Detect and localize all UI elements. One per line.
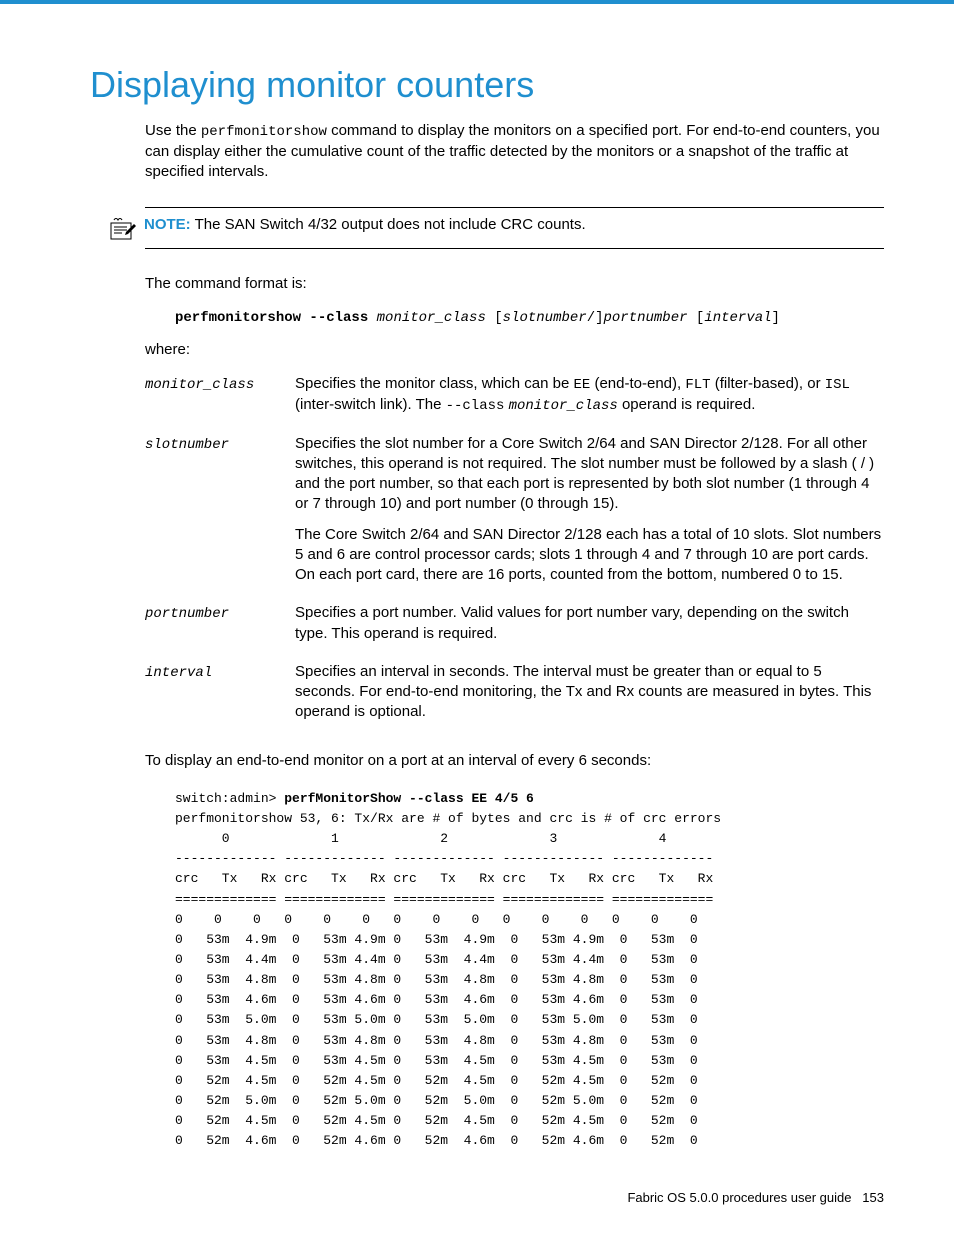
text: (filter-based), or bbox=[711, 375, 825, 392]
text: operand is required. bbox=[618, 396, 756, 413]
param-desc: Specifies an interval in seconds. The in… bbox=[295, 662, 884, 733]
text: Use the bbox=[145, 122, 201, 139]
text: portnumber bbox=[604, 310, 696, 326]
footer-page: 153 bbox=[862, 1190, 884, 1205]
text: [ bbox=[494, 310, 502, 326]
command-format-label: The command format is: bbox=[145, 274, 884, 294]
param-term: monitor_class bbox=[145, 374, 295, 395]
param-row: monitor_class Specifies the monitor clas… bbox=[145, 374, 884, 426]
text: Specifies an interval in seconds. The in… bbox=[295, 662, 884, 723]
text: ] bbox=[772, 310, 780, 326]
note-line: NOTE: The SAN Switch 4/32 output does no… bbox=[110, 216, 884, 240]
inline-code: monitor_class bbox=[509, 398, 618, 414]
param-term: slotnumber bbox=[145, 434, 295, 455]
param-term: portnumber bbox=[145, 603, 295, 624]
display-sentence: To display an end-to-end monitor on a po… bbox=[145, 751, 884, 771]
page-footer: Fabric OS 5.0.0 procedures user guide 15… bbox=[627, 1190, 884, 1205]
param-desc: Specifies a port number. Valid values fo… bbox=[295, 603, 884, 654]
divider bbox=[145, 248, 884, 249]
inline-code: perfmonitorshow bbox=[201, 124, 327, 140]
divider bbox=[145, 207, 884, 208]
inline-code: EE bbox=[573, 377, 590, 393]
param-term: interval bbox=[145, 662, 295, 683]
text: perfmonitorshow --class bbox=[175, 310, 368, 326]
param-row: portnumber Specifies a port number. Vali… bbox=[145, 603, 884, 654]
section-body: Use the perfmonitorshow command to displ… bbox=[145, 121, 884, 182]
section-body: The command format is: perfmonitorshow -… bbox=[145, 274, 884, 1151]
text: Specifies the slot number for a Core Swi… bbox=[295, 434, 884, 515]
note-text: NOTE: The SAN Switch 4/32 output does no… bbox=[144, 216, 586, 233]
text: (end-to-end), bbox=[590, 375, 685, 392]
param-desc: Specifies the slot number for a Core Swi… bbox=[295, 434, 884, 596]
intro-paragraph: Use the perfmonitorshow command to displ… bbox=[145, 121, 884, 182]
param-desc: Specifies the monitor class, which can b… bbox=[295, 374, 884, 426]
text: slotnumber bbox=[503, 310, 587, 326]
inline-code: --class bbox=[446, 398, 505, 414]
text: Specifies a port number. Valid values fo… bbox=[295, 603, 884, 644]
text: (inter-switch link). The bbox=[295, 396, 446, 413]
note-icon bbox=[110, 218, 136, 240]
inline-code: FLT bbox=[685, 377, 710, 393]
param-row: slotnumber Specifies the slot number for… bbox=[145, 434, 884, 596]
text: Specifies the monitor class, which can b… bbox=[295, 375, 573, 392]
page-title: Displaying monitor counters bbox=[90, 64, 884, 106]
page: Displaying monitor counters Use the perf… bbox=[0, 0, 954, 1235]
where-label: where: bbox=[145, 340, 884, 360]
command-syntax: perfmonitorshow --class monitor_class [s… bbox=[175, 307, 884, 328]
text: The SAN Switch 4/32 output does not incl… bbox=[191, 216, 586, 233]
param-row: interval Specifies an interval in second… bbox=[145, 662, 884, 733]
text: /] bbox=[587, 310, 604, 326]
text: monitor_class bbox=[368, 310, 494, 326]
inline-code: ISL bbox=[825, 377, 850, 393]
text: interval bbox=[704, 310, 771, 326]
note-label: NOTE: bbox=[144, 216, 191, 233]
footer-guide: Fabric OS 5.0.0 procedures user guide bbox=[627, 1190, 851, 1205]
note-block: NOTE: The SAN Switch 4/32 output does no… bbox=[70, 207, 884, 249]
text: The Core Switch 2/64 and SAN Director 2/… bbox=[295, 525, 884, 586]
code-block: switch:admin> perfMonitorShow --class EE… bbox=[175, 789, 884, 1152]
